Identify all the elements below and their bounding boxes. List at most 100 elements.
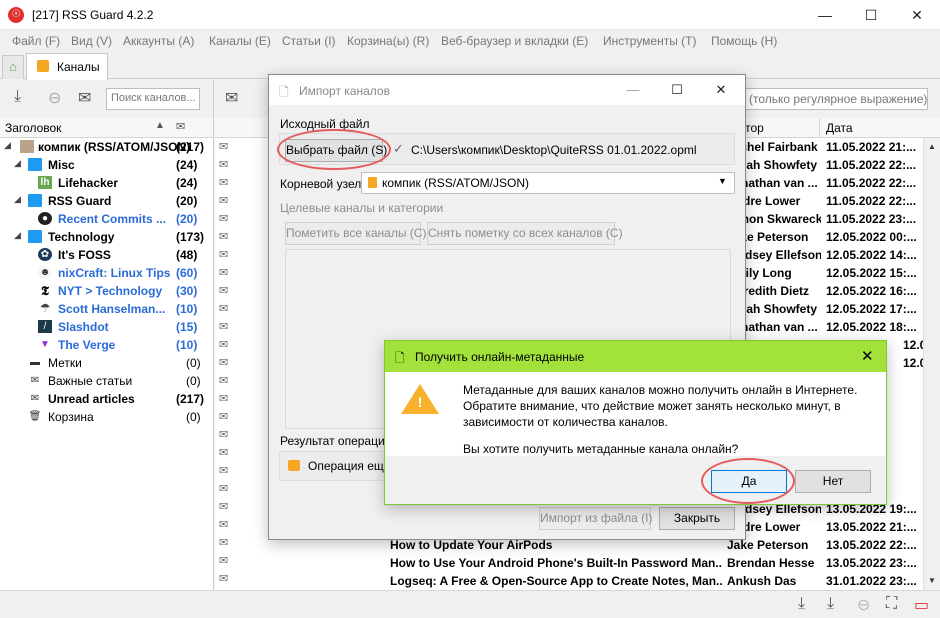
- tree-item-count: (0): [186, 410, 201, 424]
- download-icon[interactable]: ⤓: [798, 595, 805, 613]
- tree-item-lifehacker[interactable]: lh Lifehacker (24): [0, 174, 214, 192]
- menu-tools[interactable]: Инструменты (T): [603, 34, 696, 48]
- check-all-feeds-button[interactable]: Пометить все каналы (C): [285, 222, 426, 245]
- menu-articles[interactable]: Статьи (I): [282, 34, 336, 48]
- tree-item-nyt[interactable]: 𝕿 NYT > Technology (30): [0, 282, 214, 300]
- message-date: 12.05.2022 16:...: [826, 284, 917, 298]
- tab-feeds[interactable]: Каналы: [26, 53, 108, 80]
- feed-list-header[interactable]: Заголовок ▲ ✉: [0, 118, 214, 138]
- tree-item-technology[interactable]: ◢ Technology (173): [0, 228, 214, 246]
- tree-item-nixcraft[interactable]: ☻ nixCraft: Linux Tips (60): [0, 264, 214, 282]
- collapse-arrow-icon[interactable]: ◢: [4, 140, 11, 151]
- minimize-button[interactable]: —: [802, 0, 848, 30]
- close-dialog-button[interactable]: Закрыть: [659, 507, 735, 530]
- mark-read-icon[interactable]: ✉: [78, 88, 91, 108]
- message-row[interactable]: Logseq: A Free & Open-Source App to Crea…: [215, 572, 940, 590]
- update-feeds-icon[interactable]: ⤓: [14, 88, 21, 106]
- message-row[interactable]: How to Use Your Android Phone's Built-In…: [215, 554, 940, 572]
- github-icon: ●: [38, 212, 52, 225]
- folder-icon: [28, 158, 42, 171]
- tree-item-the-verge[interactable]: ▼ The Verge (10): [0, 336, 214, 354]
- tree-item-label: The Verge: [58, 338, 116, 352]
- menu-help[interactable]: Помощь (H): [711, 34, 777, 48]
- tree-item-count: (0): [186, 374, 201, 388]
- menu-file[interactable]: Файл (F): [12, 34, 60, 48]
- maximize-button[interactable]: ☐: [848, 0, 894, 30]
- scroll-up-icon[interactable]: ▲: [928, 142, 936, 151]
- tree-item-slashdot[interactable]: / Slashdot (15): [0, 318, 214, 336]
- tree-item-unread[interactable]: ✉ Unread articles (217): [0, 390, 214, 408]
- messages-scrollbar[interactable]: ▲ ▼: [923, 138, 940, 590]
- tree-item-hanselman[interactable]: ☂ Scott Hanselman... (10): [0, 300, 214, 318]
- tree-item-important[interactable]: ✉ Важные статьи (0): [0, 372, 214, 390]
- tree-item-label: Unread articles: [48, 392, 135, 406]
- collapse-arrow-icon[interactable]: ◢: [14, 158, 21, 169]
- message-title: Logseq: A Free & Open-Source App to Crea…: [390, 574, 722, 588]
- message-date: 11.05.2022 22:...: [826, 194, 917, 208]
- scroll-down-icon[interactable]: ▼: [928, 576, 936, 585]
- stop-icon[interactable]: ⊖: [857, 595, 870, 615]
- import-dialog-titlebar: 🗋 Импорт каналов — ☐ ✕: [269, 75, 745, 105]
- unread-envelope-icon[interactable]: ✉: [219, 428, 228, 441]
- message-search-input[interactable]: (только регулярное выражение): [742, 88, 928, 110]
- unread-envelope-icon[interactable]: ✉: [219, 482, 228, 495]
- close-panel-icon[interactable]: ▭: [914, 595, 929, 615]
- import-dialog-title: Импорт каналов: [299, 84, 390, 98]
- import-minimize-button[interactable]: —: [611, 75, 655, 105]
- message-author: Brendan Hesse: [727, 556, 815, 570]
- rss-icon: [37, 60, 49, 72]
- message-date: 31.01.2022 23:...: [826, 574, 917, 588]
- feed-tree[interactable]: ◢ компик (RSS/ATOM/JSON) (217) ◢ Misc (2…: [0, 138, 214, 608]
- menu-bar: Файл (F) Вид (V) Аккаунты (A) Каналы (E)…: [0, 30, 940, 51]
- feed-search-input[interactable]: Поиск каналов...: [106, 88, 200, 110]
- tree-item-label: Misc: [48, 158, 75, 172]
- tree-item-count: (20): [176, 212, 198, 226]
- message-date: 12.05.2022 14:...: [826, 248, 917, 262]
- root-node-select[interactable]: компик (RSS/ATOM/JSON) ▼: [361, 172, 735, 194]
- unread-envelope-icon[interactable]: ✉: [219, 374, 228, 387]
- nixcraft-icon: ☻: [38, 266, 52, 279]
- title-column-header[interactable]: Заголовок: [5, 121, 61, 135]
- no-button[interactable]: Нет: [795, 470, 871, 493]
- uncheck-all-feeds-button[interactable]: Снять пометку со всех каналов (C): [427, 222, 623, 245]
- folder-icon: [28, 194, 42, 207]
- menu-web-browser[interactable]: Веб-браузер и вкладки (E): [441, 34, 588, 48]
- tree-item-label: Recent Commits ...: [58, 212, 167, 226]
- tree-item-label: nixCraft: Linux Tips: [58, 266, 171, 280]
- unread-envelope-icon[interactable]: ✉: [219, 410, 228, 423]
- menu-view[interactable]: Вид (V): [71, 34, 112, 48]
- close-button[interactable]: ✕: [894, 0, 940, 30]
- tree-item-count: (60): [176, 266, 198, 280]
- unread-envelope-icon[interactable]: ✉: [219, 392, 228, 405]
- unread-envelope-icon[interactable]: ✉: [219, 446, 228, 459]
- tree-item-label: Важные статьи: [48, 374, 133, 388]
- import-close-button[interactable]: ✕: [699, 75, 743, 105]
- tree-item-its-foss[interactable]: ✿ It's FOSS (48): [0, 246, 214, 264]
- tree-item-recycle-bin[interactable]: 🗑 Корзина (0): [0, 408, 214, 426]
- collapse-arrow-icon[interactable]: ◢: [14, 230, 21, 241]
- tree-item-misc[interactable]: ◢ Misc (24): [0, 156, 214, 174]
- metadata-close-button[interactable]: ✕: [861, 347, 874, 365]
- tree-item-rss-guard[interactable]: ◢ RSS Guard (20): [0, 192, 214, 210]
- mark-read-icon[interactable]: ✉: [225, 88, 238, 108]
- warning-mark: !: [417, 394, 423, 410]
- tree-item-labels[interactable]: ▬ Метки (0): [0, 354, 214, 372]
- tree-item-root[interactable]: ◢ компик (RSS/ATOM/JSON) (217): [0, 138, 214, 156]
- menu-feeds[interactable]: Каналы (E): [209, 34, 271, 48]
- message-date: 12.05.2022 15:...: [826, 266, 917, 280]
- menu-recycle-bins[interactable]: Корзина(ы) (R): [347, 34, 429, 48]
- stop-icon[interactable]: ⊖: [48, 88, 61, 108]
- collapse-arrow-icon[interactable]: ◢: [14, 194, 21, 205]
- unread-envelope-icon[interactable]: ✉: [219, 464, 228, 477]
- tree-item-label: Lifehacker: [58, 176, 119, 190]
- date-column-header[interactable]: Дата: [826, 121, 853, 135]
- home-tab-icon[interactable]: ⌂: [2, 55, 24, 79]
- import-from-file-button[interactable]: Импорт из файла (I): [539, 507, 652, 530]
- download-all-icon[interactable]: ⤓: [827, 595, 834, 613]
- fullscreen-icon[interactable]: ⛶: [886, 595, 897, 613]
- import-maximize-button[interactable]: ☐: [655, 75, 699, 105]
- chevron-down-icon[interactable]: ▼: [718, 176, 727, 186]
- menu-accounts[interactable]: Аккаунты (A): [123, 34, 194, 48]
- tree-item-count: (24): [176, 158, 198, 172]
- tree-item-recent-commits[interactable]: ● Recent Commits ... (20): [0, 210, 214, 228]
